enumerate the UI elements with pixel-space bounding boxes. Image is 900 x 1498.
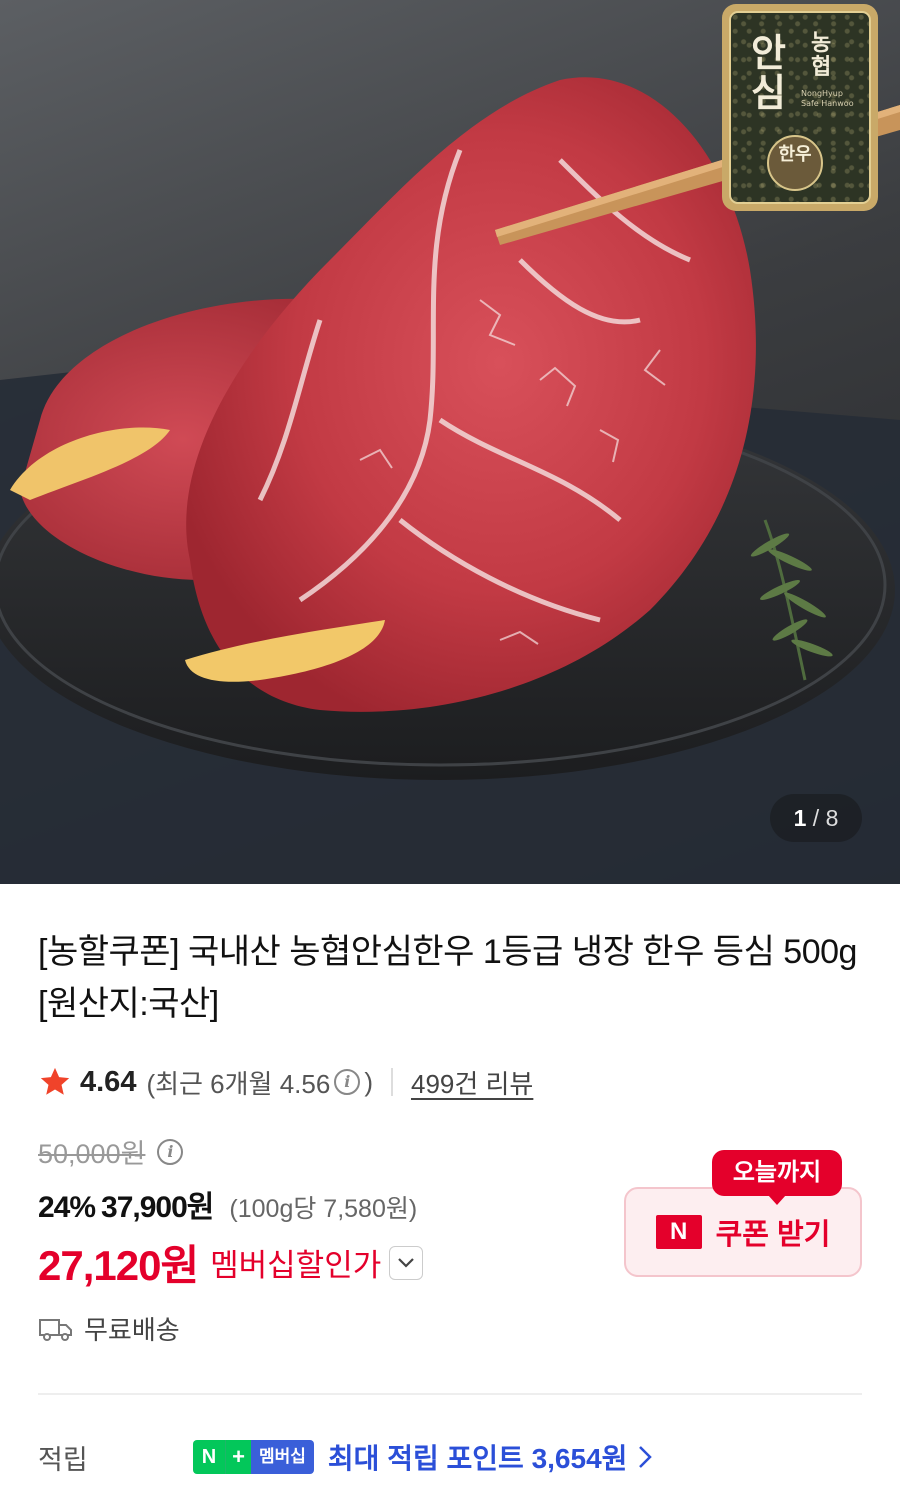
original-price-row: 50,000원 i	[38, 1132, 187, 1171]
shipping-text: 무료배송	[84, 1315, 180, 1345]
rating-recent: (최근 6개월 4.56 i )	[146, 1064, 373, 1101]
original-price: 50,000원	[38, 1139, 146, 1169]
rating-recent-text: (최근 6개월 4.56	[146, 1068, 331, 1099]
info-icon[interactable]: i	[334, 1069, 361, 1095]
badge-plus: +	[225, 1440, 251, 1474]
unit-price: (100g당 7,580원)	[229, 1195, 418, 1223]
badge-member: 멤버십	[251, 1440, 314, 1474]
shipping-row: 무료배송	[38, 1310, 180, 1347]
rating-recent-close: )	[364, 1066, 373, 1097]
member-price-row: 27,120원 멤버십할인가	[38, 1232, 424, 1293]
page-separator: /	[812, 805, 820, 831]
coupon-label: 쿠폰 받기	[715, 1219, 831, 1251]
sale-price: 37,900원	[101, 1191, 214, 1224]
badge-seal: 한우	[767, 135, 823, 191]
discount-rate: 24%	[38, 1191, 96, 1224]
star-icon	[40, 1067, 70, 1095]
rating-score: 4.64	[80, 1065, 137, 1098]
info-icon[interactable]: i	[157, 1138, 184, 1165]
sale-price-row: 24% 37,900원 (100g당 7,580원)	[38, 1182, 417, 1226]
badge-english-text: NongHyup Safe Hanwoo	[801, 89, 854, 108]
product-image[interactable]: 안심 농협 NongHyup Safe Hanwoo 한우 1 / 8	[0, 0, 900, 884]
page-total: 8	[825, 805, 839, 831]
divider	[390, 1068, 393, 1096]
today-only-tag: 오늘까지	[712, 1150, 842, 1205]
badge-n: N	[193, 1440, 225, 1474]
chevron-right-icon	[639, 1446, 653, 1468]
points-label: 적립	[38, 1444, 88, 1475]
divider	[38, 1393, 862, 1395]
max-points-text: 최대 적립 포인트 3,654원	[327, 1443, 628, 1474]
points-row[interactable]: 적립 N + 멤버십 최대 적립 포인트 3,654원	[38, 1434, 862, 1480]
member-price-label: 멤버십할인가	[210, 1248, 382, 1283]
naver-plus-membership-badge: N + 멤버십	[193, 1440, 314, 1474]
badge-side-text: 농협	[811, 30, 832, 80]
coupon-button[interactable]: N 쿠폰 받기	[624, 1187, 862, 1277]
rating-row: 4.64 (최근 6개월 4.56 i ) 499건 리뷰	[38, 1062, 533, 1102]
badge-main-text: 안심	[751, 30, 786, 115]
member-price: 27,120원	[38, 1242, 199, 1289]
page-current: 1	[793, 805, 807, 831]
image-page-counter: 1 / 8	[770, 794, 862, 842]
naver-logo-icon: N	[655, 1215, 702, 1249]
product-title: [농할쿠폰] 국내산 농협안심한우 1등급 냉장 한우 등심 500g [원산지…	[38, 933, 857, 1023]
brand-badge: 안심 농협 NongHyup Safe Hanwoo 한우	[722, 4, 878, 211]
review-link[interactable]: 499건 리뷰	[411, 1064, 533, 1101]
truck-icon	[39, 1318, 72, 1341]
expand-button[interactable]	[389, 1245, 424, 1280]
chevron-down-icon	[398, 1257, 415, 1268]
